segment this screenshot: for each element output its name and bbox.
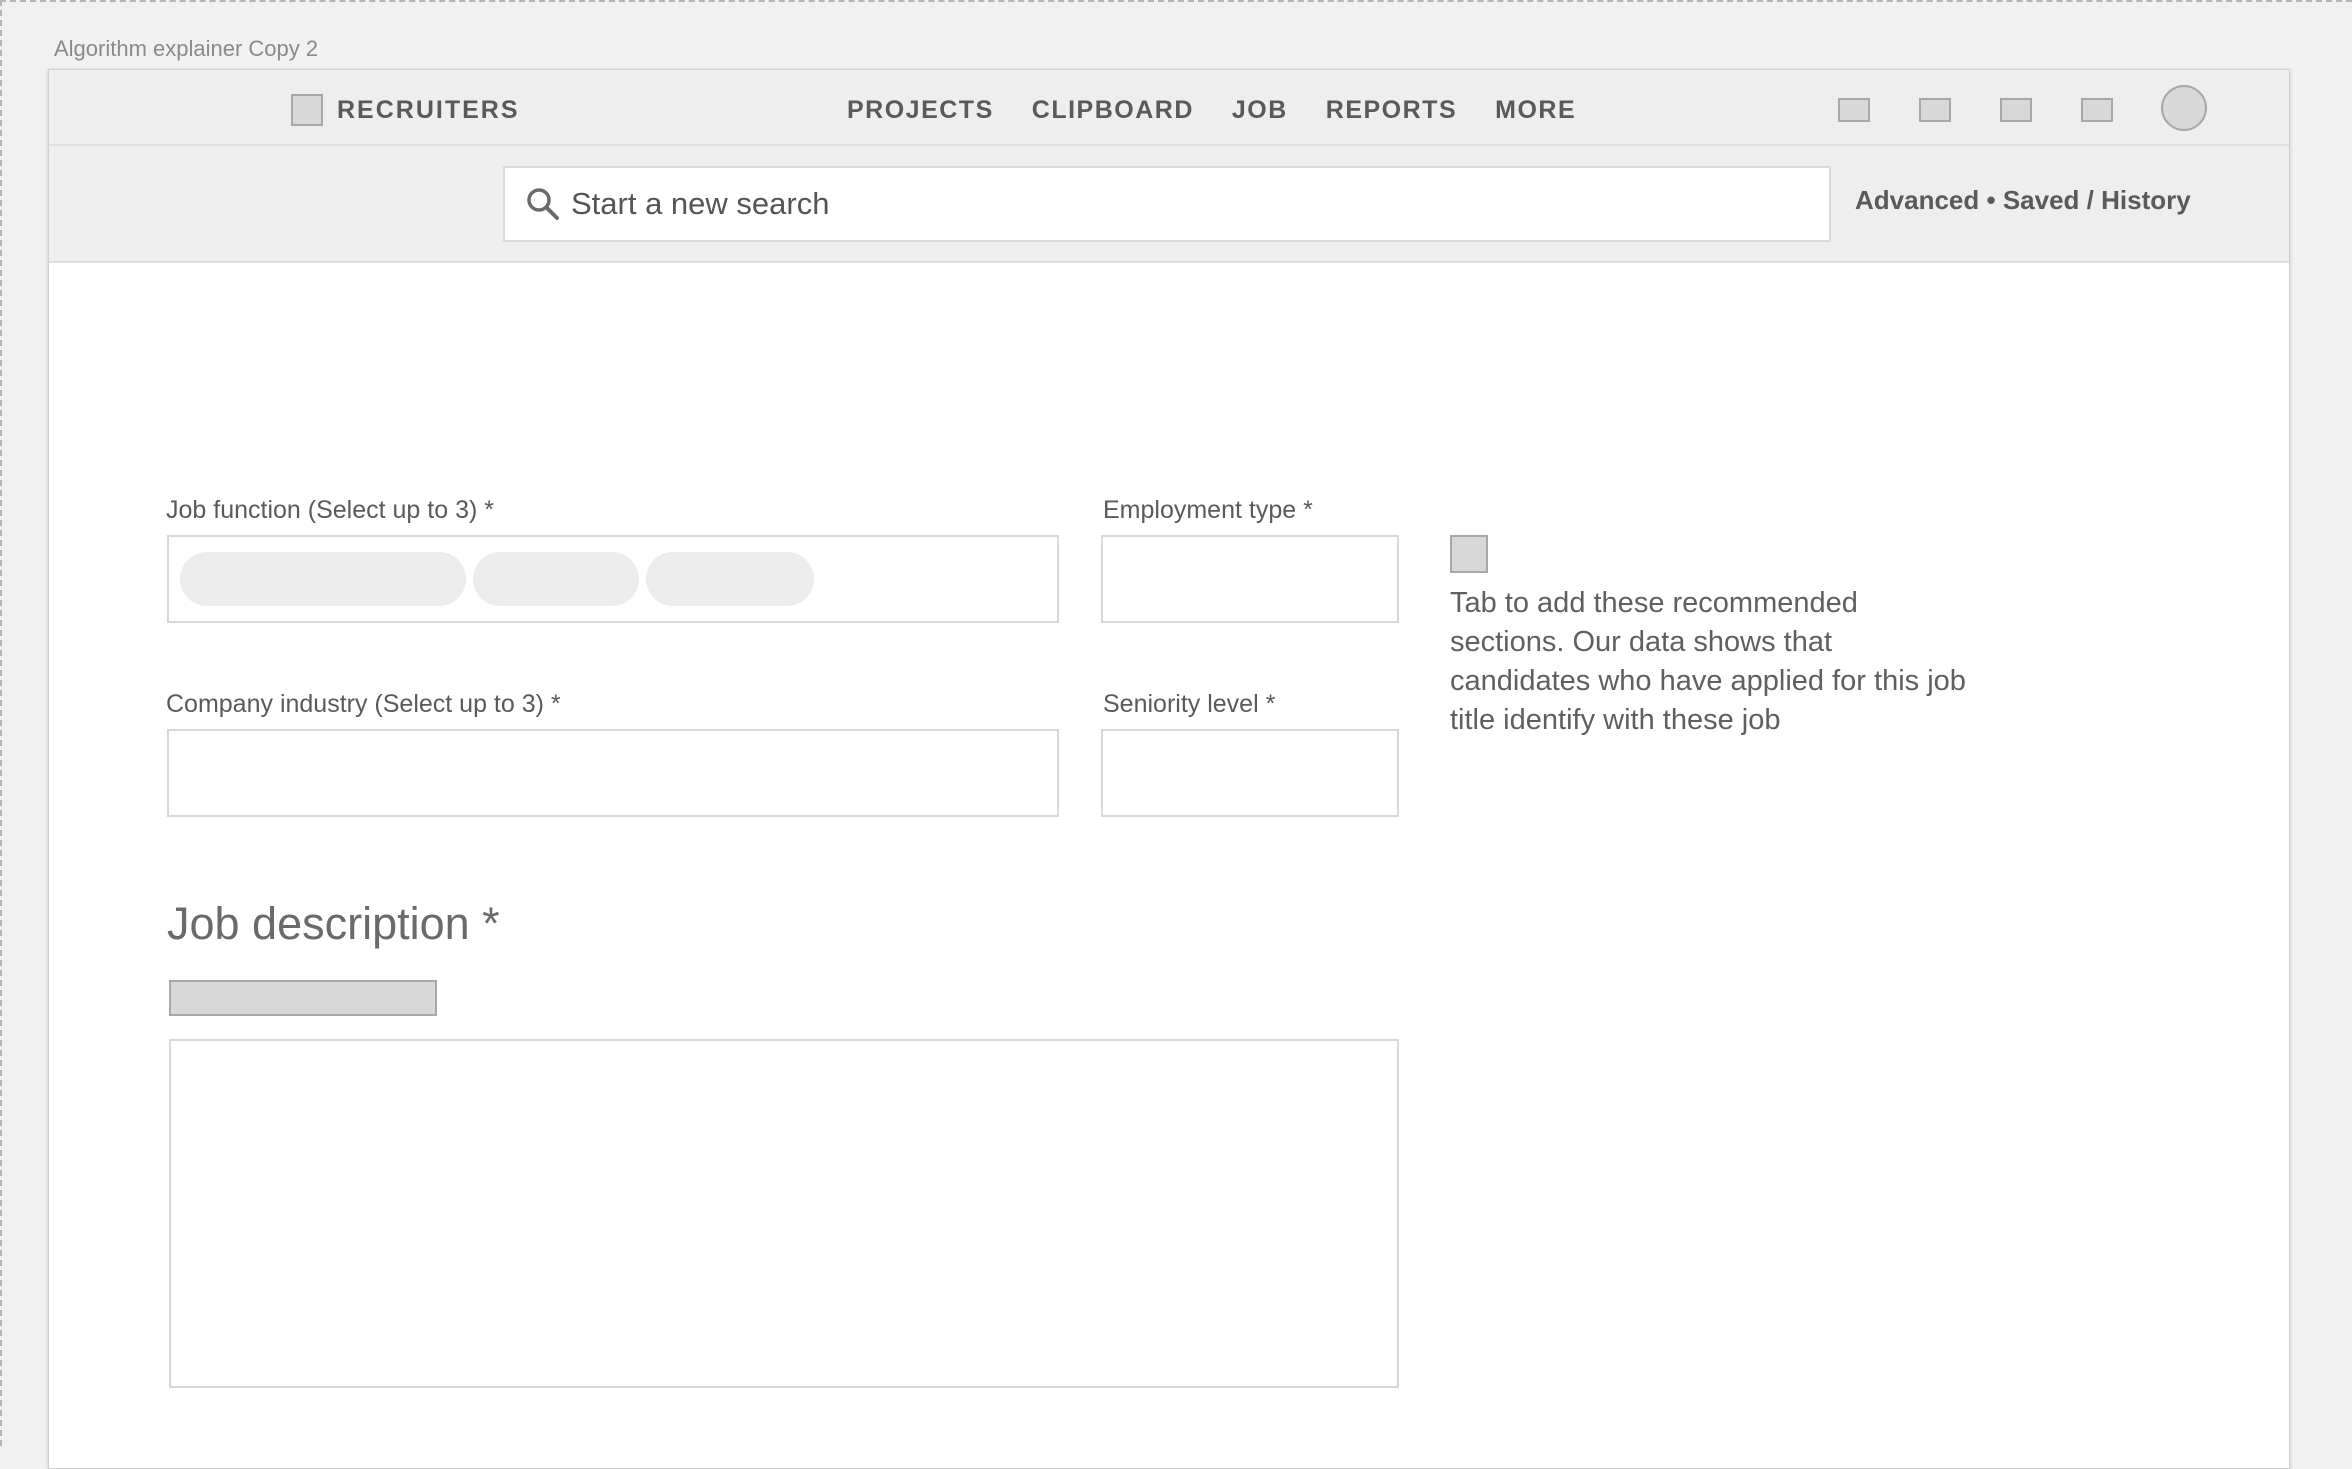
job-description-toolbar[interactable] — [169, 980, 437, 1016]
brand-label: RECRUITERS — [337, 95, 520, 124]
nav-item-job[interactable]: JOB — [1232, 96, 1288, 125]
nav-item-projects[interactable]: PROJECTS — [847, 96, 994, 125]
nav-placeholder-icon-3[interactable] — [2000, 98, 2032, 122]
canvas-dashed-edge-top — [0, 0, 2352, 3]
company-industry-label: Company industry (Select up to 3) * — [166, 690, 561, 718]
job-description-textarea[interactable] — [169, 1039, 1399, 1388]
artboard: RECRUITERS PROJECTS CLIPBOARD JOB REPORT… — [48, 69, 2290, 1469]
main-nav: PROJECTS CLIPBOARD JOB REPORTS MORE — [847, 94, 1576, 126]
employment-type-field[interactable] — [1101, 535, 1399, 623]
seniority-level-field[interactable] — [1101, 729, 1399, 817]
advanced-search-link[interactable]: Advanced — [1855, 185, 1979, 215]
employment-type-label: Employment type * — [1103, 496, 1313, 524]
nav-placeholder-icon-4[interactable] — [2081, 98, 2113, 122]
canvas-dashed-edge-left — [0, 0, 3, 1446]
search-bar-area: Advanced • Saved / History — [49, 146, 2289, 263]
job-function-chip[interactable] — [473, 552, 639, 606]
job-function-field[interactable] — [167, 535, 1059, 623]
nav-item-more[interactable]: MORE — [1495, 96, 1576, 125]
brand-logo-icon — [291, 94, 323, 126]
company-industry-field[interactable] — [167, 729, 1059, 817]
saved-history-link[interactable]: Saved / History — [2003, 185, 2191, 215]
recommendation-icon — [1450, 535, 1488, 573]
job-function-chip[interactable] — [646, 552, 814, 606]
search-links: Advanced • Saved / History — [1855, 185, 2191, 216]
nav-icon-group — [1838, 94, 2113, 126]
nav-item-clipboard[interactable]: CLIPBOARD — [1032, 96, 1194, 125]
search-input[interactable] — [571, 186, 1771, 222]
job-function-label: Job function (Select up to 3) * — [166, 496, 494, 524]
nav-placeholder-icon-2[interactable] — [1919, 98, 1951, 122]
seniority-level-label: Seniority level * — [1103, 690, 1276, 718]
search-icon — [527, 188, 559, 220]
search-link-separator: • — [1979, 185, 2003, 215]
avatar[interactable] — [2161, 85, 2207, 131]
recommendation-text: Tab to add these recommended sections. O… — [1450, 587, 1966, 736]
search-box[interactable] — [503, 166, 1831, 242]
nav-placeholder-icon-1[interactable] — [1838, 98, 1870, 122]
top-navigation-bar: RECRUITERS PROJECTS CLIPBOARD JOB REPORT… — [49, 70, 2289, 146]
nav-item-reports[interactable]: REPORTS — [1326, 96, 1457, 125]
artboard-label: Algorithm explainer Copy 2 — [54, 36, 319, 61]
job-description-title: Job description * — [167, 898, 500, 949]
brand[interactable]: RECRUITERS — [291, 94, 520, 126]
job-function-chip[interactable] — [180, 552, 466, 606]
